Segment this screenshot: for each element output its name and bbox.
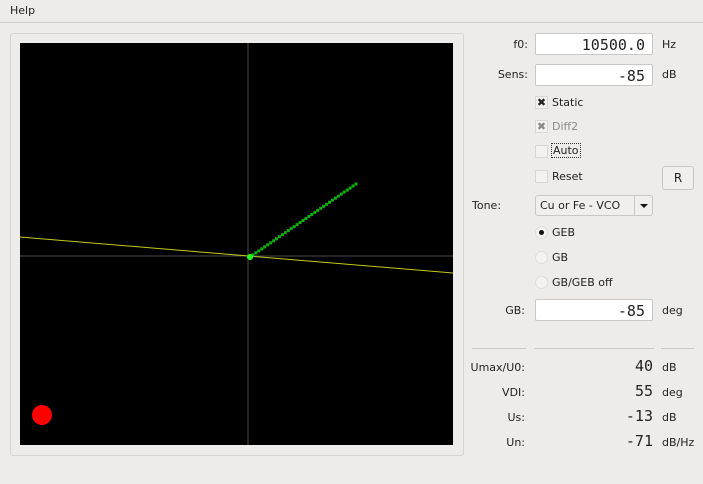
trace-dot xyxy=(286,229,290,233)
chevron-down-icon xyxy=(634,196,654,215)
un-unit: dB/Hz xyxy=(662,436,695,449)
trace-dot xyxy=(345,188,349,192)
trace-dot xyxy=(269,241,273,245)
sens-label: Sens: xyxy=(497,68,528,81)
trace-dot xyxy=(272,239,276,243)
trace-dot xyxy=(328,200,331,204)
vdi-value: 55 xyxy=(634,382,653,400)
sens-input[interactable]: -85 xyxy=(535,64,653,86)
trace-dot xyxy=(275,237,278,241)
signal-origin xyxy=(247,254,253,260)
radio-gb-label: GB xyxy=(552,251,569,264)
auto-label: Auto xyxy=(551,143,581,158)
diff2-label: Diff2 xyxy=(552,120,579,133)
sens-unit: dB xyxy=(662,68,677,81)
gb-unit: deg xyxy=(662,304,683,317)
trace-dot xyxy=(348,186,352,190)
un-value: -71 xyxy=(625,432,653,450)
trace-dot xyxy=(310,212,314,216)
trace-dot xyxy=(292,225,296,229)
trace-dot xyxy=(301,219,305,222)
trace-dot xyxy=(351,184,355,188)
trace-dot xyxy=(336,194,340,198)
trace-dot xyxy=(325,202,329,206)
un-label: Un: xyxy=(506,436,525,449)
plot-background xyxy=(20,43,453,445)
f0-unit: Hz xyxy=(662,38,677,51)
trace-dot xyxy=(283,231,287,235)
trace-dot xyxy=(339,192,343,196)
us-unit: dB xyxy=(662,411,677,424)
radio-geb-label: GEB xyxy=(552,226,576,239)
menu-help[interactable]: Help xyxy=(10,4,35,17)
static-checkbox[interactable]: ✖ xyxy=(535,96,548,109)
trace-dot xyxy=(322,204,326,208)
trace-dot xyxy=(280,233,284,237)
trace-dot xyxy=(316,208,320,212)
reset-checkbox[interactable] xyxy=(535,170,548,183)
f0-input[interactable]: 10500.0 xyxy=(535,33,653,55)
trace-dot xyxy=(295,223,299,227)
trace-dot xyxy=(277,235,281,239)
us-value: -13 xyxy=(625,407,653,425)
trace-dot xyxy=(307,214,311,218)
tone-label: Tone: xyxy=(472,199,502,212)
divider xyxy=(661,348,694,349)
gb-label: GB: xyxy=(505,304,525,317)
umax-label: Umax/U0: xyxy=(470,361,525,374)
trace-dot xyxy=(319,206,323,210)
trace-dot xyxy=(263,245,267,249)
umax-value: 40 xyxy=(634,357,653,375)
umax-unit: dB xyxy=(662,361,677,374)
diff2-checkbox[interactable]: ✖ xyxy=(535,120,548,133)
f0-label: f0: xyxy=(513,38,528,51)
trace-dot xyxy=(333,196,337,200)
static-label: Static xyxy=(552,96,584,109)
tone-select[interactable]: Cu or Fe - VCO xyxy=(535,195,653,216)
trace-dot xyxy=(257,249,261,253)
radio-gb-geb-off[interactable] xyxy=(535,276,548,289)
vdi-unit: deg xyxy=(662,386,683,399)
phase-plot xyxy=(20,43,453,445)
vdi-label: VDI: xyxy=(502,386,525,399)
trace-dot xyxy=(298,221,302,224)
us-label: Us: xyxy=(507,411,526,424)
trace-dot xyxy=(260,247,264,251)
auto-checkbox[interactable] xyxy=(535,145,548,158)
trace-dot xyxy=(354,182,358,186)
gb-input[interactable]: -85 xyxy=(535,299,653,321)
divider xyxy=(534,348,654,349)
radio-gb-geb-off-label: GB/GEB off xyxy=(552,276,613,289)
trace-dot xyxy=(254,251,258,255)
trace-dot xyxy=(330,198,334,202)
reset-label: Reset xyxy=(552,170,583,183)
trace-dot xyxy=(266,243,270,247)
trace-dot xyxy=(289,227,293,231)
trace-dot xyxy=(304,217,308,220)
radio-geb[interactable] xyxy=(535,226,548,239)
r-button[interactable]: R xyxy=(662,166,694,190)
trace-dot xyxy=(313,210,317,214)
divider xyxy=(472,348,526,349)
trace-dot xyxy=(342,190,346,194)
tone-value: Cu or Fe - VCO xyxy=(540,199,621,212)
menu-bar: Help xyxy=(0,0,703,23)
radio-gb[interactable] xyxy=(535,251,548,264)
status-indicator xyxy=(32,405,52,425)
